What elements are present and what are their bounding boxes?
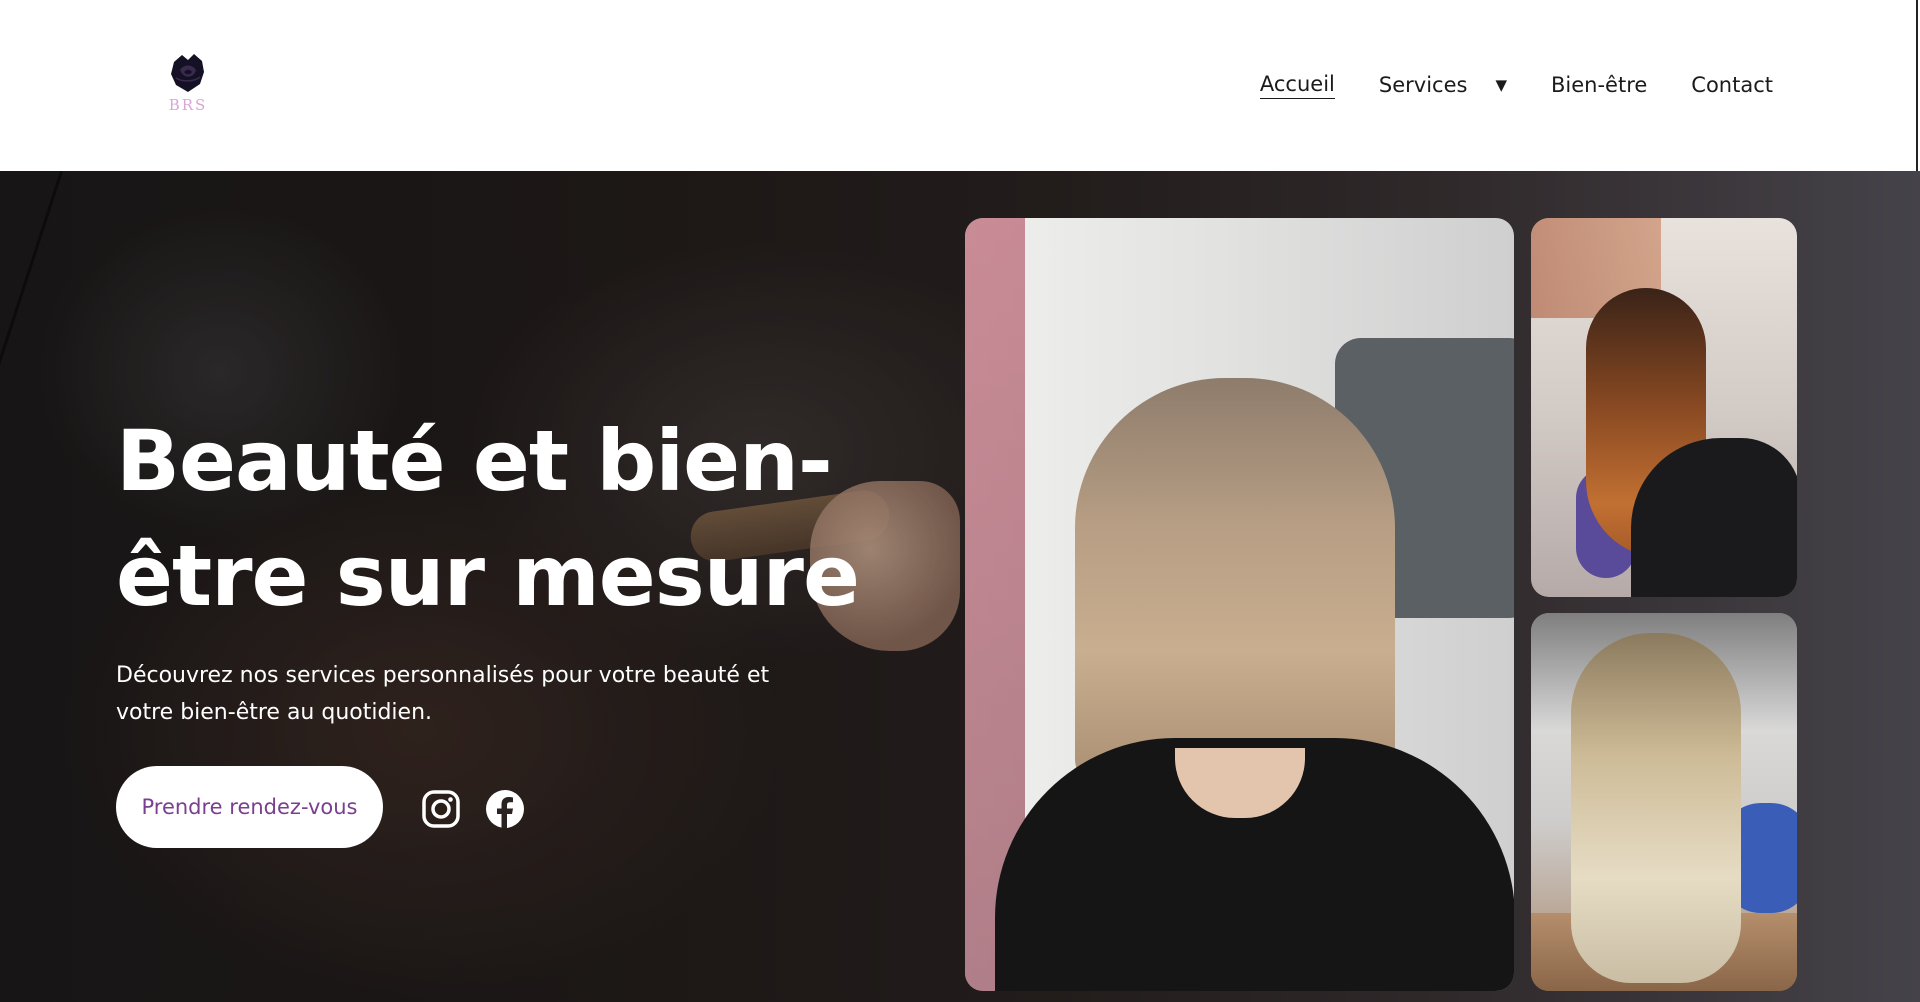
hero-section: Beauté et bien-être sur mesure Découvrez… — [0, 171, 1920, 1002]
nav-item-services-label: Services — [1378, 73, 1468, 97]
nav-item-services[interactable]: Services ▼ — [1379, 70, 1507, 100]
main-nav: Accueil Services ▼ Bien-être Contact — [1216, 70, 1773, 100]
instagram-link[interactable] — [421, 789, 461, 829]
photo-hair-detail — [1571, 633, 1741, 983]
gallery-photo-balayage — [1531, 218, 1797, 597]
instagram-icon — [422, 790, 460, 828]
hero-subtitle: Découvrez nos services personnalisés pou… — [116, 663, 770, 725]
gallery-photo-blonde-curls — [1531, 613, 1797, 991]
book-appointment-button[interactable]: Prendre rendez-vous — [116, 766, 383, 848]
hero-title: Beauté et bien-être sur mesure — [116, 412, 860, 625]
brand-logo-text: BRS — [168, 96, 208, 114]
site-header: BRS Accueil Services ▼ Bien-être Contact — [0, 0, 1918, 171]
header-edge-line — [1916, 0, 1918, 171]
caret-down-icon[interactable]: ▼ — [1495, 70, 1507, 100]
facebook-link[interactable] — [485, 789, 525, 829]
nav-item-contact[interactable]: Contact — [1691, 70, 1773, 100]
photo-hair-detail — [1075, 378, 1395, 798]
nav-item-bien-etre[interactable]: Bien-être — [1551, 70, 1647, 100]
brand-logo[interactable]: BRS — [160, 52, 216, 118]
nav-item-accueil[interactable]: Accueil — [1259, 71, 1335, 99]
rose-icon — [171, 54, 204, 92]
facebook-icon — [486, 790, 524, 828]
gallery-photo-bob-haircut — [965, 218, 1514, 991]
